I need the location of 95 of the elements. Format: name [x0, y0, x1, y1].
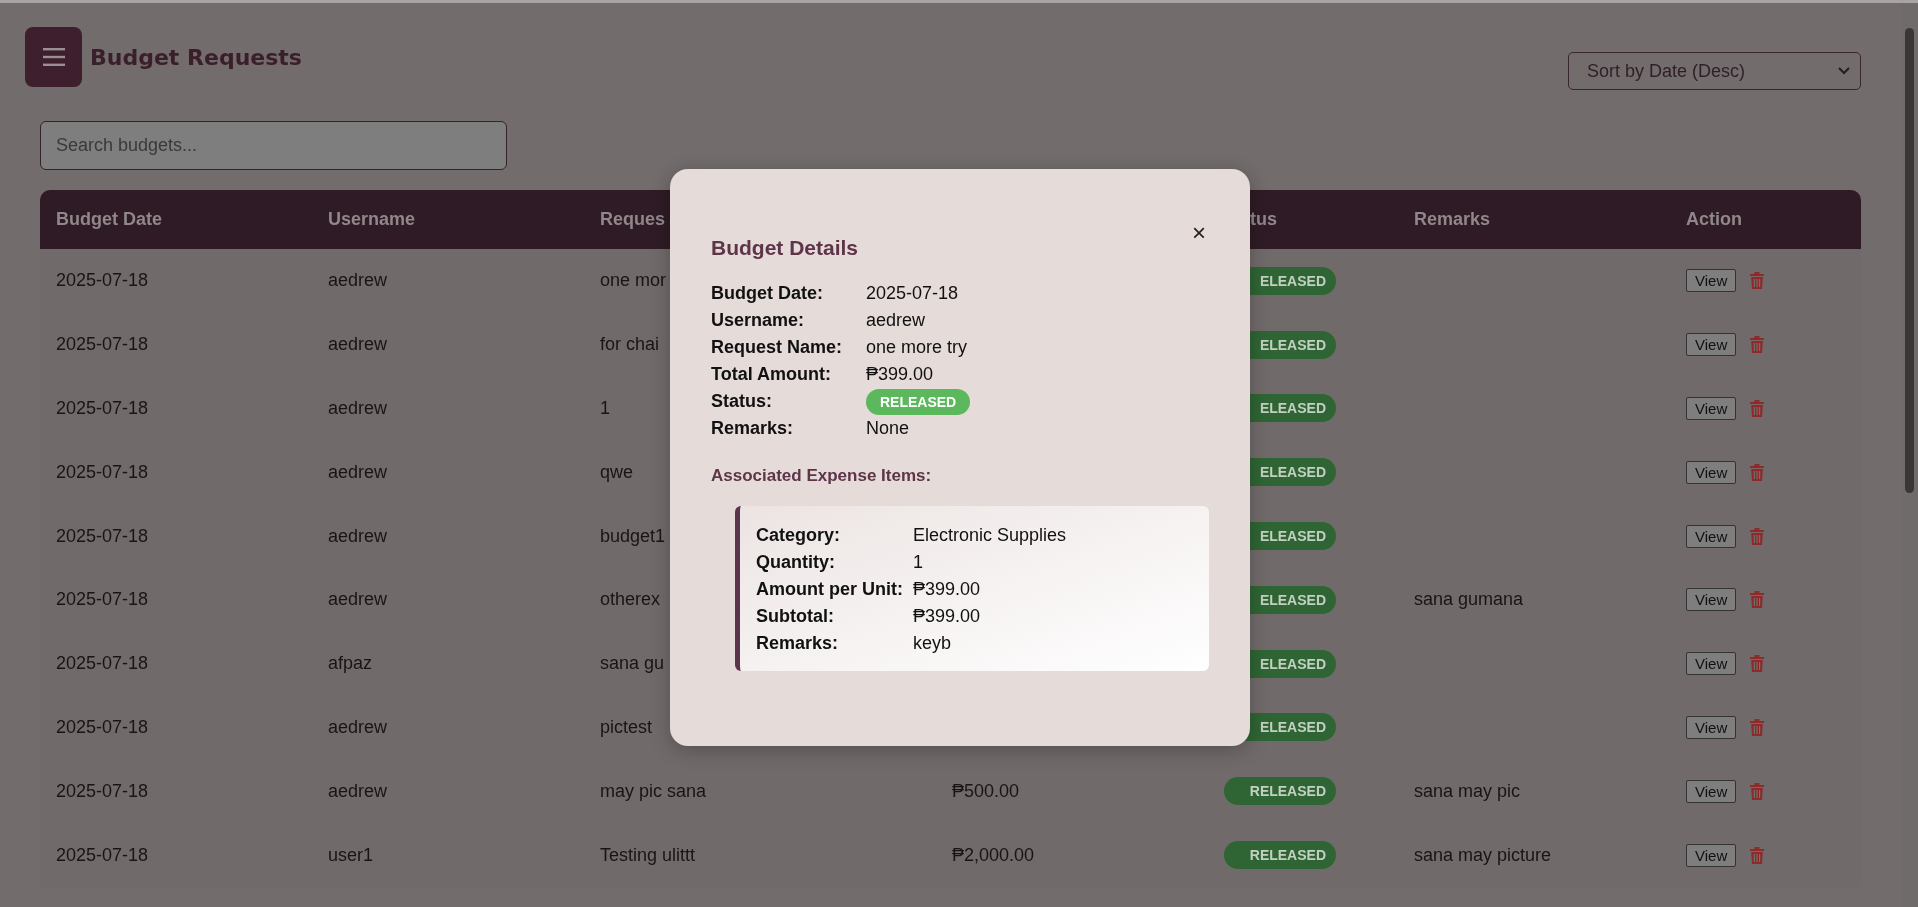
trash-icon[interactable] [1750, 463, 1765, 481]
table-cell: aedrew [328, 780, 388, 801]
field-label: Username: [711, 309, 806, 332]
table-cell: one mor [600, 270, 667, 291]
table-cell: otherex [600, 589, 661, 610]
field-label: Total Amount: [711, 363, 832, 386]
status-badge: RELEASED [1224, 841, 1336, 870]
table-cell: may pic sana [600, 780, 707, 801]
view-button[interactable]: View [1686, 588, 1737, 612]
table-cell: aedrew [328, 398, 388, 418]
trash-icon[interactable] [1750, 272, 1765, 290]
table-cell: ₱500.00 [952, 780, 1020, 801]
column-header: Budget Date [56, 209, 162, 229]
trash-icon[interactable] [1750, 782, 1765, 800]
field-value: keyb [913, 632, 953, 655]
status-badge: RELEASED [866, 388, 971, 415]
table-cell: 2025-07-18 [56, 716, 149, 737]
table-cell: sana may pic [1414, 780, 1521, 801]
view-button[interactable]: View [1686, 269, 1737, 293]
trash-icon[interactable] [1750, 527, 1765, 545]
table-cell: 2025-07-18 [56, 780, 149, 801]
table-cell: 2025-07-18 [56, 270, 149, 291]
view-button[interactable]: View [1686, 652, 1737, 676]
field-value: 2025-07-18 [866, 282, 959, 305]
field-value: aedrew [866, 309, 926, 332]
table-cell: ₱2,000.00 [952, 844, 1035, 865]
view-button[interactable]: View [1686, 333, 1737, 357]
column-header: Action [1686, 209, 1742, 229]
table-cell: 2025-07-18 [56, 653, 149, 674]
table-cell: 2025-07-18 [56, 334, 149, 355]
field-label: Remarks: [756, 632, 840, 655]
field-label: Quantity: [756, 551, 836, 574]
search-field[interactable]: Search budgets... [40, 121, 507, 170]
field-value: ₱399.00 [913, 578, 982, 601]
field-label: Amount per Unit: [756, 578, 904, 601]
table-cell: pictest [600, 716, 653, 737]
table-cell: sana may picture [1414, 844, 1552, 865]
field-value: ₱399.00 [866, 363, 934, 386]
view-button[interactable]: View [1686, 779, 1737, 803]
table-cell: budget1 [600, 525, 666, 546]
trash-icon[interactable] [1750, 718, 1765, 736]
table-cell: aedrew [328, 525, 388, 546]
table-cell: 2025-07-18 [56, 589, 149, 610]
table-cell: 2025-07-18 [56, 461, 149, 482]
table-cell: 2025-07-18 [56, 398, 149, 418]
close-button[interactable]: × [1188, 221, 1210, 245]
field-label: Remarks: [711, 417, 795, 440]
field-label: Subtotal: [756, 605, 835, 628]
trash-icon[interactable] [1750, 655, 1765, 673]
table-cell: aedrew [328, 334, 388, 355]
table-cell: Testing ulittt [600, 844, 696, 865]
status-badge: RELEASED [1224, 777, 1336, 806]
chevron-icon[interactable] [1838, 67, 1850, 75]
trash-icon[interactable] [1750, 400, 1765, 417]
view-button[interactable]: View [1686, 843, 1737, 867]
field-label: Category: [756, 524, 841, 547]
column-header: Username [328, 209, 416, 229]
table-cell: aedrew [328, 589, 388, 610]
sort-select[interactable]: Sort by Date (Desc) [1568, 52, 1861, 90]
section-heading: Associated Expense Items: [711, 466, 933, 486]
page-title: Budget Requests [90, 44, 302, 70]
trash-icon[interactable] [1750, 846, 1765, 864]
view-button[interactable]: View [1686, 460, 1737, 484]
table-cell: aedrew [328, 270, 388, 291]
field-value: Electronic Supplies [913, 524, 1068, 547]
table-cell: 1 [600, 398, 610, 418]
trash-icon[interactable] [1750, 591, 1765, 609]
view-button[interactable]: View [1686, 715, 1737, 739]
table-cell: 2025-07-18 [56, 525, 149, 546]
table-cell: sana gumana [1414, 589, 1524, 610]
field-label: Request Name: [711, 336, 844, 359]
scrollbar-thumb[interactable] [1905, 28, 1914, 493]
column-header: tus [1250, 209, 1277, 229]
field-value: ₱399.00 [913, 605, 982, 628]
trash-icon[interactable] [1750, 336, 1765, 354]
table-cell: aedrew [328, 461, 388, 482]
menu-icon[interactable] [42, 48, 65, 66]
table-cell: afpaz [328, 653, 373, 674]
field-value: one more try [866, 336, 968, 359]
table-cell: 2025-07-18 [56, 844, 149, 865]
table-cell: qwe [600, 461, 634, 482]
field-value: 1 [913, 551, 924, 574]
table-cell: user1 [328, 844, 374, 865]
field-label: Budget Date: [711, 282, 824, 305]
field-value: None [866, 417, 910, 440]
view-button[interactable]: View [1686, 524, 1737, 548]
column-header: Remarks [1414, 209, 1491, 229]
menu-button[interactable] [25, 27, 82, 87]
view-button[interactable]: View [1686, 397, 1737, 420]
table-cell: for chai [600, 334, 660, 355]
column-header: Reques [600, 209, 666, 229]
field-label: Status: [711, 390, 773, 413]
table-cell: sana gu [600, 653, 665, 674]
table-cell: aedrew [328, 716, 388, 737]
modal-title: Budget Details [711, 236, 860, 260]
